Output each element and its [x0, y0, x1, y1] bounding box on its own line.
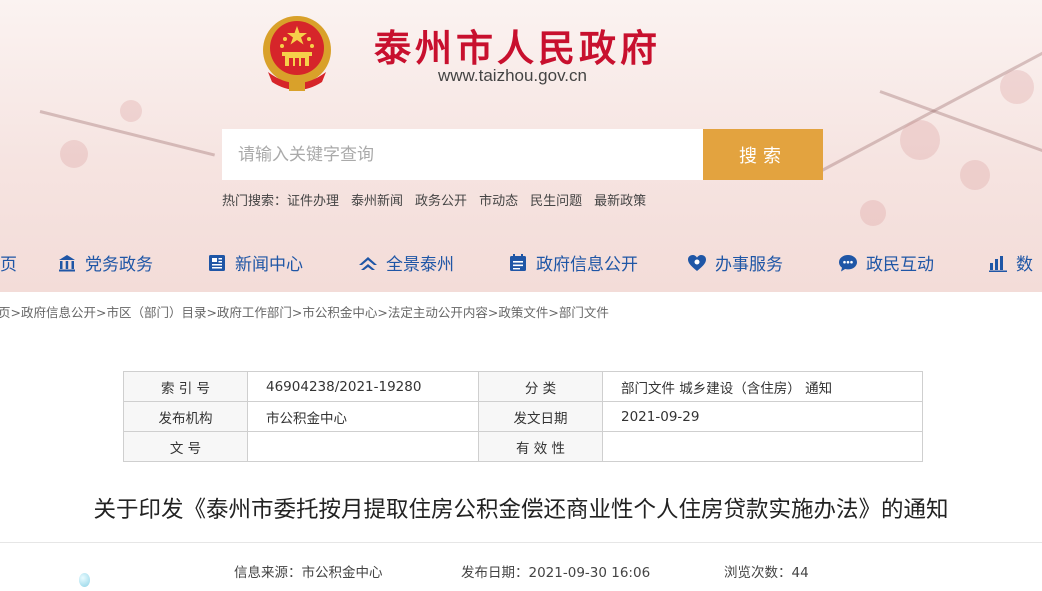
source-info: 信息来源：市公积金中心 [234, 561, 383, 581]
hot-search-label: 热门搜索： [222, 194, 288, 209]
newspaper-icon [209, 254, 225, 271]
divider [0, 542, 1042, 543]
nav-item-gov-info-disclosure[interactable]: 政府信息公开 [508, 250, 638, 275]
hot-search-term[interactable]: 泰州新闻 [351, 190, 403, 209]
table-row: 索 引 号 46904238/2021-19280 分 类 部门文件 城乡建设（… [123, 371, 923, 402]
decor-blossom [1000, 70, 1034, 104]
nav-item-services[interactable]: 办事服务 [687, 250, 783, 275]
hot-search-term[interactable]: 最新政策 [594, 190, 646, 209]
site-url[interactable]: www.taizhou.gov.cn [438, 66, 587, 86]
nav-item-data[interactable]: 数 [988, 250, 1033, 275]
view-count-info: 浏览次数：44 [724, 561, 809, 581]
index-label: 索 引 号 [123, 371, 248, 402]
date-label: 发文日期 [478, 401, 603, 432]
chat-icon [839, 254, 857, 271]
nav-item-label: 数 [1016, 255, 1033, 275]
nav-item-label: 办事服务 [715, 255, 783, 275]
nav-item-news-center[interactable]: 新闻中心 [207, 250, 303, 275]
publisher-label: 发布机构 [123, 401, 248, 432]
nav-item-label: 政府信息公开 [536, 255, 638, 275]
site-title: 泰州市人民政府 [374, 26, 661, 70]
decor-blossom [60, 140, 88, 168]
breadcrumb[interactable]: 页>政府信息公开>市区（部门）目录>政府工作部门>市公积金中心>法定主动公开内容… [0, 302, 609, 321]
decor-blossom [960, 160, 990, 190]
search-button[interactable]: 搜索 [703, 129, 823, 180]
calendar-list-icon [510, 253, 526, 271]
published-label: 发布日期： [461, 565, 529, 581]
site-header: 泰州市人民政府 www.taizhou.gov.cn 搜索 热门搜索： 证件办理… [0, 0, 1042, 292]
views-value: 44 [791, 565, 809, 581]
article-title: 关于印发《泰州市委托按月提取住房公积金偿还商业性个人住房贷款实施办法》的通知 [93, 497, 949, 523]
main-nav: 页 党务政务 新闻中心 全景泰州 政府信息公开 办事服务 政民互动 数 [0, 242, 1042, 282]
hot-search-bar: 热门搜索： 证件办理 泰州新闻 政务公开 市动态 民生问题 最新政策 [222, 190, 646, 209]
published-value: 2021-09-30 16:06 [528, 565, 651, 581]
validity-label: 有 效 性 [478, 431, 603, 462]
category-value: 部门文件 城乡建设（含住房） 通知 [602, 371, 923, 402]
document-meta-table: 索 引 号 46904238/2021-19280 分 类 部门文件 城乡建设（… [123, 371, 923, 462]
hot-search-term[interactable]: 证件办理 [287, 190, 339, 209]
nav-item-public-interaction[interactable]: 政民互动 [838, 250, 934, 275]
national-emblem-icon [263, 16, 331, 91]
nav-item-label: 政民互动 [866, 255, 934, 275]
nav-item-label: 全景泰州 [386, 255, 454, 275]
decor-blossom [120, 100, 142, 122]
publisher-value: 市公积金中心 [247, 401, 479, 432]
date-value: 2021-09-29 [602, 401, 923, 432]
source-value: 市公积金中心 [301, 565, 383, 581]
service-icon [688, 254, 706, 271]
nav-item-label: 党务政务 [85, 255, 153, 275]
nav-item-panorama[interactable]: 全景泰州 [358, 250, 454, 275]
decor-blossom [860, 200, 886, 226]
building-icon [59, 254, 75, 271]
panorama-icon [359, 256, 377, 270]
source-label: 信息来源： [234, 565, 302, 581]
table-row: 发布机构 市公积金中心 发文日期 2021-09-29 [123, 401, 923, 432]
nav-item-party-affairs[interactable]: 党务政务 [57, 250, 153, 275]
validity-value [602, 431, 923, 462]
nav-item-home[interactable]: 页 [0, 250, 17, 275]
hot-search-term[interactable]: 市动态 [479, 190, 518, 209]
nav-item-label: 页 [0, 255, 17, 275]
index-value: 46904238/2021-19280 [247, 371, 479, 402]
docno-value [247, 431, 479, 462]
views-label: 浏览次数： [724, 565, 792, 581]
decor-bubble-icon [79, 573, 90, 587]
category-label: 分 类 [478, 371, 603, 402]
hot-search-term[interactable]: 政务公开 [415, 190, 467, 209]
docno-label: 文 号 [123, 431, 248, 462]
table-row: 文 号 有 效 性 [123, 431, 923, 462]
search-input[interactable] [222, 129, 704, 180]
publish-date-info: 发布日期：2021-09-30 16:06 [461, 561, 650, 581]
decor-blossom [900, 120, 940, 160]
chart-icon [989, 255, 1007, 272]
nav-item-label: 新闻中心 [235, 255, 303, 275]
hot-search-term[interactable]: 民生问题 [530, 190, 582, 209]
